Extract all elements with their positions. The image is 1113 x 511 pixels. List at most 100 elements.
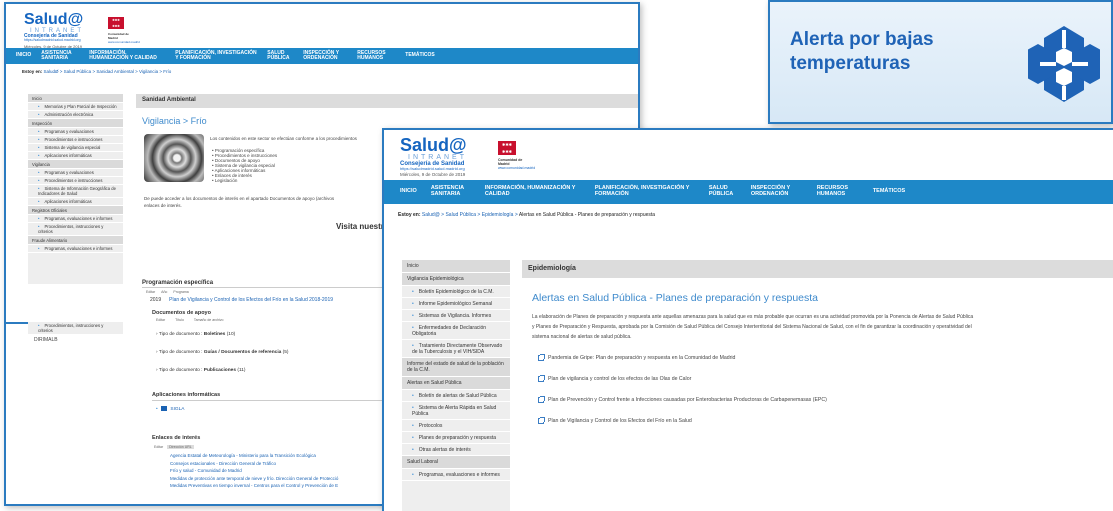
enlace-link[interactable]: Medidas de protección ante temporal de n… xyxy=(170,475,338,483)
sidebar-item[interactable]: Programas y evaluaciones xyxy=(28,169,123,177)
enlaces-col-editar: Editar xyxy=(154,445,164,449)
nav-asistencia[interactable]: ASISTENCIA SANITARIA xyxy=(41,50,79,62)
plan-link-row[interactable]: Pandemia de Gripe: Plan de preparación y… xyxy=(538,348,827,369)
enlaces-cols: Editar Dirección URL xyxy=(154,445,194,449)
breadcrumb-path[interactable]: Salud@ > Salud Pública > Epidemiología > xyxy=(422,212,518,218)
sidebar-item[interactable]: Memorias y Plan Parcial de Inspección xyxy=(28,103,123,111)
plan-link-row[interactable]: Plan de vigilancia y control de los efec… xyxy=(538,369,827,390)
logo-salud[interactable]: Salud@ xyxy=(24,12,84,28)
sidebar-item[interactable]: Planes de preparación y respuesta xyxy=(402,432,510,444)
sidebar-item[interactable]: Enfermedades de Declaración Obligatoria xyxy=(402,322,510,340)
breadcrumb: Estoy en: Salud@ > Salud Pública > Epide… xyxy=(384,204,1113,228)
nav-tematicos[interactable]: TEMÁTICOS xyxy=(873,188,905,195)
plan-link-row[interactable]: Plan de Vigilancia y Control de los Efec… xyxy=(538,411,827,432)
sidebar-item[interactable]: Inspección xyxy=(28,119,123,128)
sidebar-item[interactable]: Boletín Epidemiológico de la C.M. xyxy=(402,286,510,298)
sidebar-item[interactable]: Procedimientos e instrucciones xyxy=(28,177,123,185)
logo-salud[interactable]: Salud@ xyxy=(400,136,467,154)
sidebar-item[interactable]: Inicio xyxy=(402,260,510,273)
sidebar-item[interactable]: Programas, evaluaciones e informes xyxy=(402,469,510,481)
apps-item[interactable]: • SIGLA xyxy=(156,406,185,412)
enlace-link[interactable]: Agencia Estatal de Meteorología - Minist… xyxy=(170,452,338,460)
sidebar-item[interactable]: Aplicaciones informáticas xyxy=(28,198,123,206)
sidebar-item[interactable]: Informe del estado de salud de la poblac… xyxy=(402,358,510,377)
sidebar-item[interactable]: Sistema de Alerta Rápida en Salud Públic… xyxy=(402,402,510,420)
app-icon xyxy=(161,406,168,411)
app-sigla-link[interactable]: SIGLA xyxy=(170,407,184,412)
docs-col-tamano: Tamaño de archivo xyxy=(193,318,224,322)
plan-links: Pandemia de Gripe: Plan de preparación y… xyxy=(538,348,827,432)
sidebar-item[interactable]: Inicio xyxy=(28,94,123,103)
sidebar-item[interactable]: Programas y evaluaciones xyxy=(28,128,123,136)
sidebar-item[interactable]: Sistema de vigilancia especial xyxy=(28,144,123,152)
plan-link[interactable]: Pandemia de Gripe: Plan de preparación y… xyxy=(548,355,735,361)
apps-heading: Aplicaciones informáticas xyxy=(152,392,221,398)
doc-type-name: Boletines xyxy=(203,332,226,337)
cm-logo[interactable]: ✱✱✱ ✱✱✱ Comunidad de Madrid www.comunidad… xyxy=(108,14,140,44)
nav-informacion[interactable]: INFORMACIÓN, HUMANIZACIÓN Y CALIDAD xyxy=(89,50,165,62)
doc-type-row[interactable]: › Tipo de documento : Boletines (10) xyxy=(156,332,289,337)
sidebar-item[interactable]: Alertas en Salud Pública xyxy=(402,377,510,390)
sidebar-item[interactable]: Registros Oficiales xyxy=(28,206,123,215)
sidebar-item[interactable]: Sistemas de Vigilancia. Informes xyxy=(402,310,510,322)
sidebar-item[interactable]: Aplicaciones informáticas xyxy=(28,152,123,160)
sidebar-item[interactable]: Procedimientos e instrucciones xyxy=(28,136,123,144)
screen-alertas: Salud@ INTRANET Consejería de Sanidad ht… xyxy=(382,128,1113,511)
nav-salud-publica[interactable]: SALUD PÚBLICA xyxy=(267,50,293,62)
sidebar-item[interactable]: Otras alertas de interés xyxy=(402,444,510,456)
nav-salud-publica[interactable]: SALUD PÚBLICA xyxy=(709,185,737,198)
plan-link[interactable]: Plan de vigilancia y control de los efec… xyxy=(548,376,691,382)
external-link-icon xyxy=(538,353,545,361)
nav-inicio[interactable]: INICIO xyxy=(16,53,31,59)
nav-inspeccion[interactable]: INSPECCIÓN Y ORDENACIÓN xyxy=(303,50,347,62)
intro-line: y Planes de Preparación y Respuesta, apr… xyxy=(532,324,972,330)
cm-logo[interactable]: ✱✱✱ ✱✱✱ Comunidad de Madrid www.comunidad… xyxy=(498,140,535,170)
sidebar-item[interactable]: Fraude Alimentario xyxy=(28,236,123,245)
enlace-link[interactable]: Medidas Preventivas en tiempo invernal -… xyxy=(170,482,338,490)
doc-type-row[interactable]: › Tipo de documento : Guías / Documentos… xyxy=(156,350,289,355)
plan-link[interactable]: Plan de Vigilancia y Control de los Efec… xyxy=(548,418,692,424)
prog-link[interactable]: Plan de Vigilancia y Control de los Efec… xyxy=(169,297,333,303)
sidebar-item[interactable]: Protocolos xyxy=(402,420,510,432)
sidebar-item[interactable]: Tratamiento Directamente Observado de la… xyxy=(402,340,510,358)
breadcrumb-path[interactable]: SaludØ > Salud Pública > Sanidad Ambient… xyxy=(44,69,172,74)
plan-link-row[interactable]: Plan de Prevención y Control frente a In… xyxy=(538,390,827,411)
sidebar-item[interactable]: Programas, evaluaciones e informes xyxy=(28,245,123,253)
enlace-link[interactable]: Frío y salud - Comunidad de Madrid xyxy=(170,467,338,475)
doc-type-prefix: Tipo de documento : xyxy=(158,368,203,373)
cm-name: Comunidad de Madrid xyxy=(498,158,523,166)
sidebar-item[interactable]: Salud Laboral xyxy=(402,456,510,469)
nav-tematicos[interactable]: TEMÁTICOS xyxy=(405,53,434,59)
section-header: Sanidad Ambiental xyxy=(136,94,638,108)
visita-heading: Visita nuestra xyxy=(336,222,389,231)
nav-asistencia[interactable]: ASISTENCIA SANITARIA xyxy=(431,185,471,198)
sidebar-item[interactable]: Administración electrónica xyxy=(28,111,123,119)
enlace-link[interactable]: Consejos estacionales - Dirección Genera… xyxy=(170,460,338,468)
plan-link[interactable]: Plan de Prevención y Control frente a In… xyxy=(548,397,827,403)
sidebar-item[interactable]: Sistema de Información Geográfica de Ind… xyxy=(28,185,123,198)
nav-planificacion[interactable]: PLANIFICACIÓN, INVESTIGACIÓN Y FORMACIÓN xyxy=(175,50,257,62)
nav-inicio[interactable]: INICIO xyxy=(400,188,417,195)
nav-inspeccion[interactable]: INSPECCIÓN Y ORDENACIÓN xyxy=(751,185,803,198)
cm-url: www.comunidad.madrid xyxy=(108,40,140,44)
topic-item: • Legislación xyxy=(212,178,238,183)
col-editar: Editar xyxy=(146,290,156,294)
sidebar-item-procedimientos[interactable]: Procedimientos, instrucciones y criterio… xyxy=(28,322,123,335)
sidebar-item[interactable]: Vigilancia xyxy=(28,160,123,169)
prog-year: 2019 xyxy=(150,297,162,303)
sidebar-item[interactable]: Vigilancia Epidemiológica xyxy=(402,273,510,286)
nav-planificacion[interactable]: PLANIFICACIÓN, INVESTIGACIÓN y FORMACIÓN xyxy=(595,185,695,198)
sidebar-footer: DIRIMALB xyxy=(28,335,123,345)
sidebar-item[interactable]: Programas, evaluaciones e informes xyxy=(28,215,123,223)
doc-type-row[interactable]: › Tipo de documento : Publicaciones (11) xyxy=(156,368,289,373)
nav-recursos[interactable]: RECURSOS HUMANOS xyxy=(817,185,859,198)
sidebar-item[interactable]: Procedimientos, instrucciones y criterio… xyxy=(28,223,123,236)
topic-list: • Programación específica • Procedimiento… xyxy=(212,148,277,183)
sidebar-item[interactable]: Informe Epidemiológico Semanal xyxy=(402,298,510,310)
nav-informacion[interactable]: INFORMACIÓN, HUMANIZACIÓN Y CALIDAD xyxy=(485,185,581,198)
sidebar-item[interactable]: Boletín de alertas de Salud Pública xyxy=(402,390,510,402)
banner-title: Alerta por bajas temperaturas xyxy=(790,29,934,74)
sidebar: InicioVigilancia EpidemiológicaBoletín E… xyxy=(402,260,510,511)
nav-recursos[interactable]: RECURSOS HUMANOS xyxy=(357,50,395,62)
alerta-banner: Alerta por bajas temperaturas xyxy=(768,0,1113,124)
